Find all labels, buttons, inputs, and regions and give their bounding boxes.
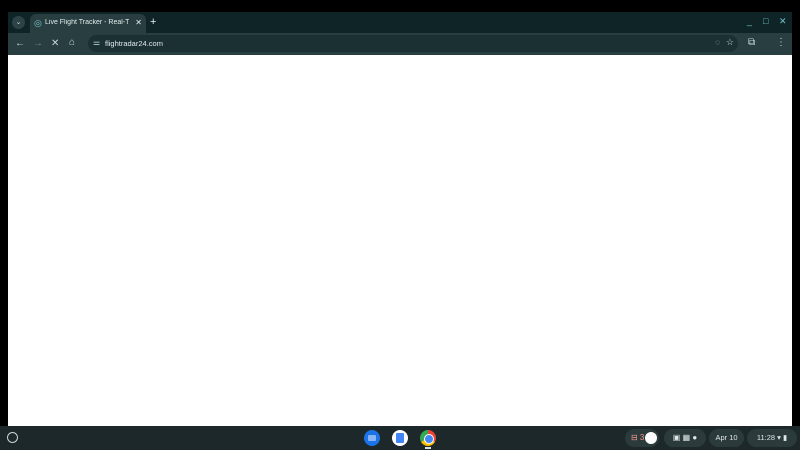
- eye-off-icon[interactable]: ◌: [715, 38, 720, 47]
- date-button[interactable]: Apr 10: [709, 429, 744, 447]
- tab-title: Live Flight Tracker - Real-Time Flight T…: [45, 19, 129, 26]
- close-window-button[interactable]: ✕: [779, 17, 787, 26]
- system-tray[interactable]: 11:28 ▾ ▮: [747, 429, 797, 447]
- url-text[interactable]: flightradar24.com: [105, 39, 163, 48]
- bookmark-star-icon[interactable]: ☆: [726, 37, 734, 48]
- home-button[interactable]: ⌂: [69, 38, 75, 48]
- stop-button[interactable]: ✕: [51, 39, 59, 49]
- files-app-icon[interactable]: [364, 430, 380, 446]
- browser-window: ⌄ ◎ Live Flight Tracker - Real-Time Flig…: [8, 12, 792, 426]
- new-tab-button[interactable]: +: [150, 17, 156, 28]
- favicon-icon: ◎: [34, 18, 42, 28]
- menu-icon[interactable]: ⋮: [776, 38, 786, 48]
- tab-search-chevron-icon[interactable]: ⌄: [12, 16, 25, 29]
- moon-icon: [645, 432, 657, 444]
- page-content: [8, 55, 792, 426]
- toolbar: ← → ✕ ⌂ ⚌ flightradar24.com ◌ ☆ ⧉ ⋮: [8, 33, 792, 55]
- status-icons[interactable]: ▣ ▦ ●: [664, 429, 706, 447]
- tab-flightradar[interactable]: ◎ Live Flight Tracker - Real-Time Flight…: [30, 14, 146, 33]
- back-button[interactable]: ←: [15, 39, 25, 49]
- minimize-button[interactable]: _: [747, 17, 752, 26]
- launcher-button[interactable]: [7, 432, 18, 443]
- clock: 11:28: [756, 433, 776, 442]
- extensions-icon[interactable]: ⧉: [748, 38, 755, 48]
- tray-indicator-text: ⊟ 3: [631, 433, 645, 442]
- wifi-icon: ▾: [777, 433, 781, 442]
- forward-button[interactable]: →: [33, 39, 43, 49]
- shelf: ⊟ 3 ▣ ▦ ● Apr 10 11:28 ▾ ▮: [0, 426, 800, 450]
- address-bar[interactable]: ⚌ flightradar24.com ◌ ☆: [88, 35, 738, 52]
- running-indicator: [425, 447, 431, 449]
- chrome-app-icon[interactable]: [420, 430, 436, 446]
- maximize-button[interactable]: □: [763, 17, 768, 26]
- tab-close-icon[interactable]: ✕: [135, 18, 142, 27]
- site-info-icon[interactable]: ⚌: [93, 38, 100, 47]
- docs-app-icon[interactable]: [392, 430, 408, 446]
- tray-indicator[interactable]: ⊟ 3: [625, 429, 659, 447]
- battery-icon: ▮: [783, 433, 788, 442]
- tab-strip: ⌄ ◎ Live Flight Tracker - Real-Time Flig…: [8, 12, 792, 33]
